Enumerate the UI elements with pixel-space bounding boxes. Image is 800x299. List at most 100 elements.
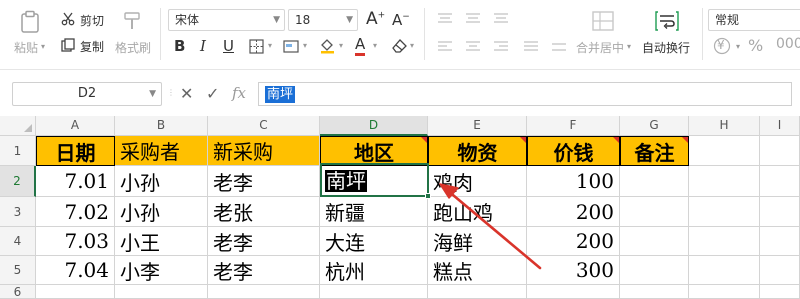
cell-b2[interactable]: 小孙 <box>115 166 208 197</box>
fill-bucket-icon[interactable] <box>318 36 336 54</box>
number-format-select[interactable]: 常规 <box>708 9 800 31</box>
cell-i5[interactable] <box>760 256 800 285</box>
header-cell-b[interactable]: 采购者 <box>115 136 208 166</box>
cell-c6[interactable] <box>208 285 320 299</box>
cell-f4[interactable]: 200 <box>527 227 620 256</box>
merge-dropdown-caret[interactable]: ▾ <box>627 42 631 51</box>
cell-g4[interactable] <box>620 227 689 256</box>
copy-icon[interactable] <box>60 37 76 53</box>
cell-e5[interactable]: 糕点 <box>428 256 527 285</box>
cell-d2[interactable]: 南坪 <box>320 166 428 197</box>
cell-h1[interactable] <box>689 136 760 166</box>
align-right-icon[interactable] <box>492 38 510 56</box>
cell-a4[interactable]: 7.03 <box>36 227 115 256</box>
align-bottom-icon[interactable] <box>492 10 510 28</box>
cell-a5[interactable]: 7.04 <box>36 256 115 285</box>
cell-d3[interactable]: 新疆 <box>320 197 428 227</box>
cell-e4[interactable]: 海鲜 <box>428 227 527 256</box>
cell-h3[interactable] <box>689 197 760 227</box>
wrap-text-button[interactable]: 自动换行 <box>642 39 690 56</box>
column-header-i[interactable]: I <box>760 116 800 136</box>
cell-d6[interactable] <box>320 285 428 299</box>
merge-cells-icon[interactable] <box>590 9 616 33</box>
column-header-g[interactable]: G <box>620 116 689 136</box>
cell-i1[interactable] <box>760 136 800 166</box>
justify-icon[interactable] <box>522 38 540 56</box>
cell-b6[interactable] <box>115 285 208 299</box>
cell-c2[interactable]: 老李 <box>208 166 320 197</box>
border-dropdown-caret[interactable]: ▾ <box>268 41 272 50</box>
fill-handle[interactable] <box>425 193 431 199</box>
formula-bar-divider-handle[interactable]: ⋮ <box>167 88 175 97</box>
cut-button[interactable]: 剪切 <box>80 12 104 29</box>
currency-button[interactable]: ¥ <box>717 38 725 52</box>
percent-button[interactable]: % <box>748 36 763 55</box>
font-grow-icon[interactable]: A+ <box>366 9 385 29</box>
cell-a3[interactable]: 7.02 <box>36 197 115 227</box>
insert-function-icon[interactable]: fx <box>232 84 246 102</box>
align-center-icon[interactable] <box>464 38 482 56</box>
cell-i4[interactable] <box>760 227 800 256</box>
column-header-e[interactable]: E <box>428 116 527 136</box>
cell-i6[interactable] <box>760 285 800 299</box>
column-header-c[interactable]: C <box>208 116 320 136</box>
wrap-text-icon[interactable] <box>654 9 680 33</box>
row-header-6[interactable]: 6 <box>0 285 36 299</box>
brush-icon[interactable] <box>121 10 143 32</box>
column-header-a[interactable]: A <box>36 116 115 136</box>
formula-input[interactable]: 南坪 <box>258 82 792 106</box>
cell-e3[interactable]: 跑山鸡 <box>428 197 527 227</box>
row-header-3[interactable]: 3 <box>0 197 36 227</box>
paste-button[interactable]: 粘贴 <box>14 39 38 56</box>
font-color-button[interactable]: A <box>355 36 366 56</box>
cell-f5[interactable]: 300 <box>527 256 620 285</box>
column-header-f[interactable]: F <box>527 116 620 136</box>
cell-h2[interactable] <box>689 166 760 197</box>
cell-i3[interactable] <box>760 197 800 227</box>
cell-d4[interactable]: 大连 <box>320 227 428 256</box>
align-middle-icon[interactable] <box>464 10 482 28</box>
cell-style-dropdown-caret[interactable]: ▾ <box>303 41 307 50</box>
cell-b5[interactable]: 小李 <box>115 256 208 285</box>
format-painter-button[interactable]: 格式刷 <box>115 39 151 56</box>
header-cell-f[interactable]: 价钱 <box>527 136 620 166</box>
font-shrink-icon[interactable]: A− <box>392 11 410 29</box>
thousands-separator-button[interactable]: 000 <box>776 36 800 52</box>
column-header-h[interactable]: H <box>689 116 760 136</box>
cell-b3[interactable]: 小孙 <box>115 197 208 227</box>
paste-dropdown-caret[interactable]: ▾ <box>41 42 45 51</box>
cell-a2[interactable]: 7.01 <box>36 166 115 197</box>
font-name-select[interactable]: 宋体 ▼ <box>168 9 285 31</box>
cell-f3[interactable]: 200 <box>527 197 620 227</box>
select-all-corner[interactable] <box>0 116 36 136</box>
font-color-dropdown-caret[interactable]: ▾ <box>373 41 377 50</box>
cell-b4[interactable]: 小王 <box>115 227 208 256</box>
cell-f2[interactable]: 100 <box>527 166 620 197</box>
cell-c4[interactable]: 老李 <box>208 227 320 256</box>
header-cell-d[interactable]: 地区 <box>320 136 428 166</box>
row-header-1[interactable]: 1 <box>0 136 36 166</box>
copy-button[interactable]: 复制 <box>80 38 104 55</box>
italic-button[interactable]: I <box>200 37 206 55</box>
column-header-b[interactable]: B <box>115 116 208 136</box>
fill-dropdown-caret[interactable]: ▾ <box>339 41 343 50</box>
row-header-5[interactable]: 5 <box>0 256 36 285</box>
header-cell-e[interactable]: 物资 <box>428 136 527 166</box>
distributed-align-icon[interactable] <box>550 38 568 56</box>
clipboard-icon[interactable] <box>18 10 42 34</box>
cell-g3[interactable] <box>620 197 689 227</box>
cell-h5[interactable] <box>689 256 760 285</box>
cell-d5[interactable]: 杭州 <box>320 256 428 285</box>
confirm-icon[interactable]: ✓ <box>206 84 219 103</box>
scissors-icon[interactable] <box>60 11 76 27</box>
cell-e2[interactable]: 鸡肉 <box>428 166 527 197</box>
row-header-4[interactable]: 4 <box>0 227 36 256</box>
underline-button[interactable]: U <box>223 37 234 55</box>
cell-e6[interactable] <box>428 285 527 299</box>
align-top-icon[interactable] <box>436 10 454 28</box>
eraser-icon[interactable] <box>390 36 408 54</box>
cell-g6[interactable] <box>620 285 689 299</box>
cell-h6[interactable] <box>689 285 760 299</box>
cell-f6[interactable] <box>527 285 620 299</box>
cell-c5[interactable]: 老李 <box>208 256 320 285</box>
